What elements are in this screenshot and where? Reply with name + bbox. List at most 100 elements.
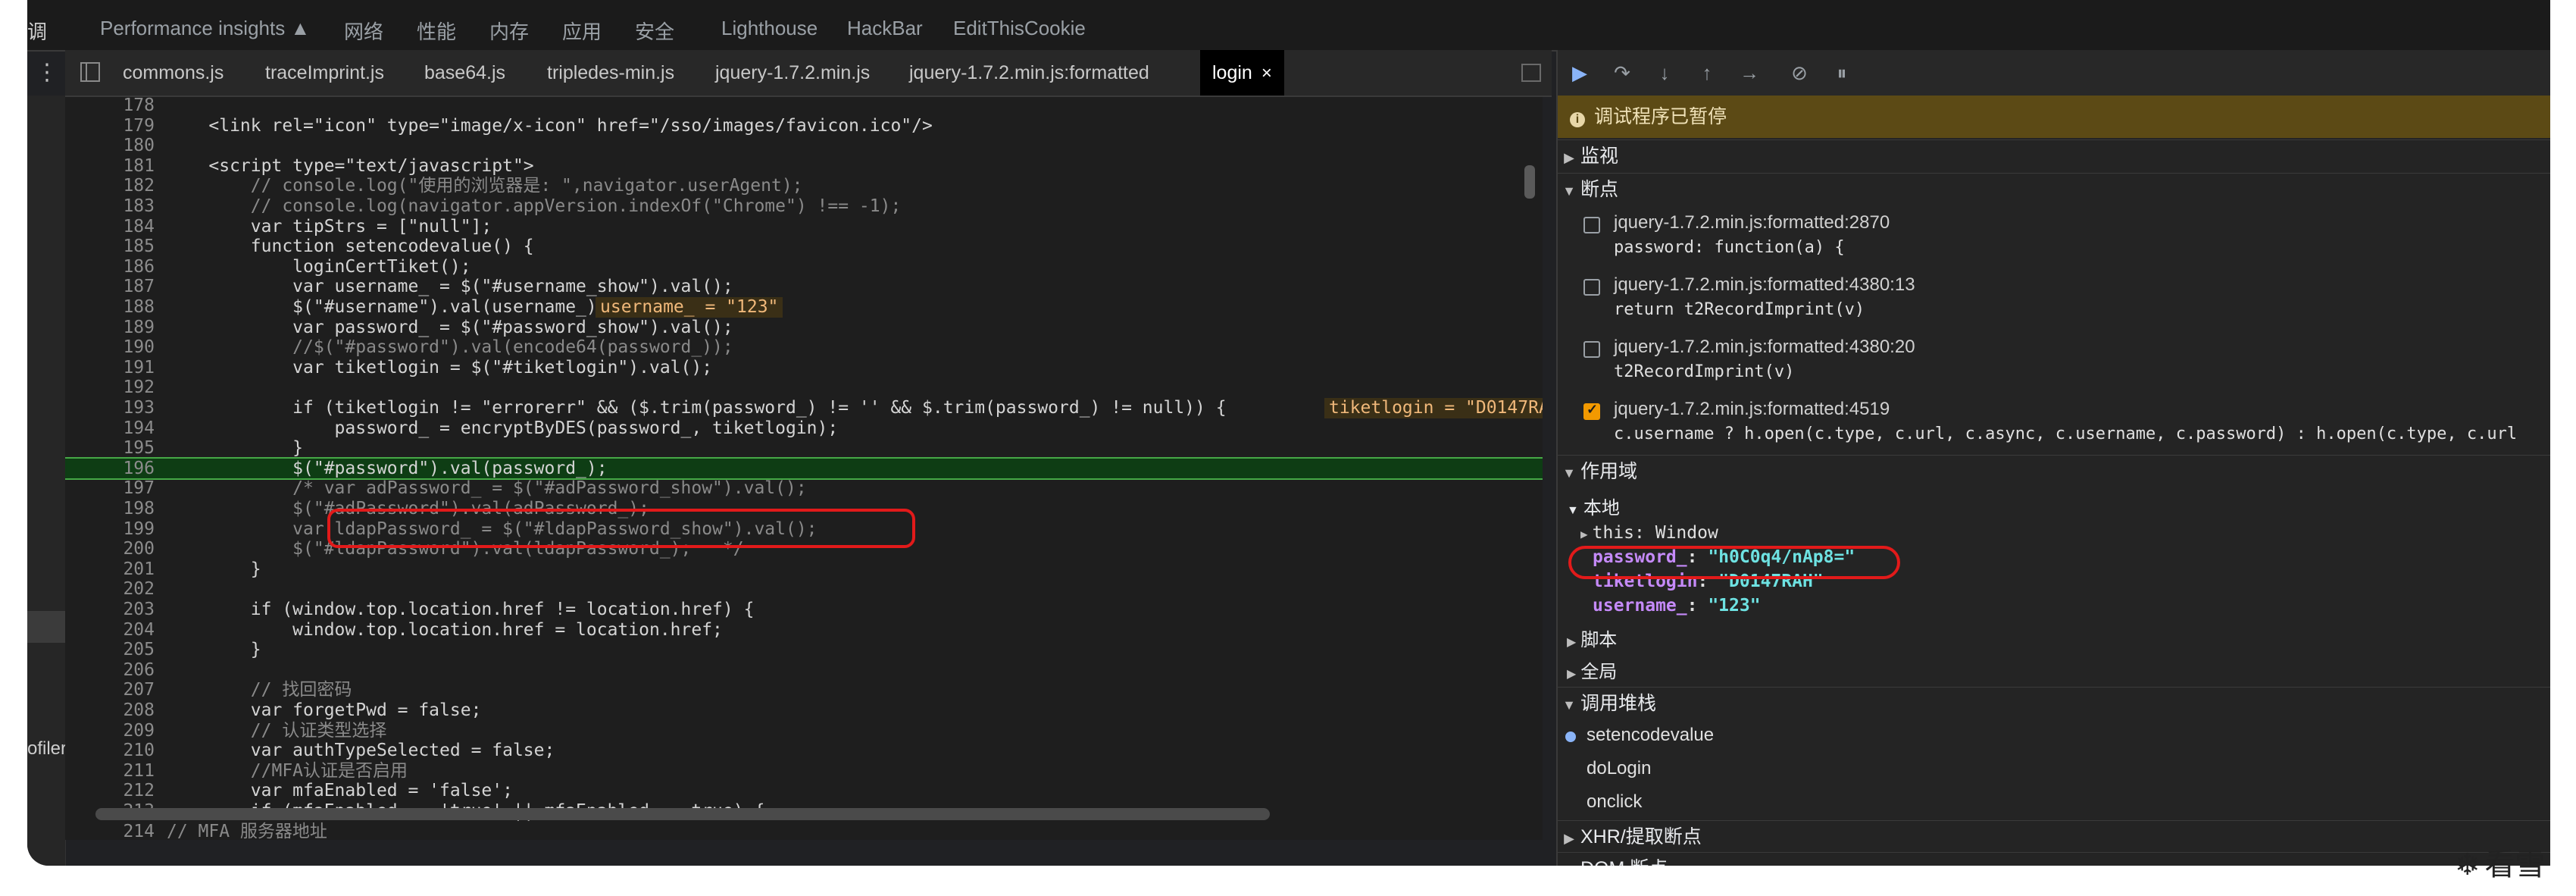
code-line[interactable]: 183 // console.log(navigator.appVersion.… bbox=[65, 196, 1543, 217]
code-line[interactable]: 192 bbox=[65, 378, 1543, 398]
breakpoint-checkbox[interactable] bbox=[1583, 341, 1600, 358]
code-line[interactable]: 191 var tiketlogin = $("#tiketlogin").va… bbox=[65, 358, 1543, 378]
section-breakpoints[interactable]: ▼ 断点 bbox=[1558, 173, 2550, 205]
line-number[interactable]: 180 bbox=[65, 136, 155, 156]
tab-commons-js[interactable]: commons.js bbox=[123, 50, 224, 96]
line-number[interactable]: 206 bbox=[65, 660, 155, 681]
line-number[interactable]: 188 bbox=[65, 297, 155, 318]
code-line[interactable]: 189 var password_ = $("#password_show").… bbox=[65, 318, 1543, 338]
tab-jquery-formatted[interactable]: jquery-1.7.2.min.js:formatted bbox=[909, 50, 1149, 96]
toggle-navigator-icon[interactable] bbox=[80, 62, 100, 82]
line-number[interactable]: 178 bbox=[65, 97, 155, 116]
line-number[interactable]: 210 bbox=[65, 741, 155, 761]
line-number[interactable]: 186 bbox=[65, 257, 155, 277]
step-out-icon[interactable]: ↑ bbox=[1693, 59, 1721, 86]
line-number[interactable]: 179 bbox=[65, 116, 155, 136]
line-number[interactable]: 191 bbox=[65, 358, 155, 378]
panel-tab-security[interactable]: 安全 bbox=[635, 17, 674, 45]
breakpoint-checkbox-checked[interactable] bbox=[1583, 402, 1600, 420]
tab-base64-js[interactable]: base64.js bbox=[424, 50, 505, 96]
code-line[interactable]: 182 // console.log("使用的浏览器是: ",navigator… bbox=[65, 176, 1543, 196]
panel-tab-network[interactable]: 网络 bbox=[344, 17, 383, 45]
code-line[interactable]: 195 } bbox=[65, 438, 1543, 459]
code-line[interactable]: 211 //MFA认证是否启用 bbox=[65, 761, 1543, 782]
call-frame[interactable]: doLogin bbox=[1587, 758, 1651, 779]
code-line[interactable]: 206 bbox=[65, 660, 1543, 681]
panel-tab-hackbar[interactable]: HackBar bbox=[847, 17, 923, 40]
tab-login[interactable]: login × bbox=[1200, 50, 1284, 96]
panel-tab-application[interactable]: 应用 bbox=[562, 17, 602, 45]
code-line[interactable]: 193 if (tiketlogin != "errorerr" && ($.t… bbox=[65, 398, 1543, 418]
code-line[interactable]: 207 // 找回密码 bbox=[65, 680, 1543, 700]
horizontal-scrollbar[interactable] bbox=[95, 808, 1270, 820]
line-number[interactable]: 211 bbox=[65, 761, 155, 782]
line-number[interactable]: 193 bbox=[65, 398, 155, 418]
code-line[interactable]: 197 /* var adPassword_ = $("#adPassword_… bbox=[65, 478, 1543, 499]
line-number[interactable]: 202 bbox=[65, 579, 155, 600]
panel-tab-memory[interactable]: 内存 bbox=[489, 17, 529, 45]
code-line[interactable]: 185 function setencodevalue() { bbox=[65, 237, 1543, 257]
code-line[interactable]: 210 var authTypeSelected = false; bbox=[65, 741, 1543, 761]
section-xhr-breakpoints[interactable]: ▶ XHR/提取断点 bbox=[1558, 820, 2550, 853]
code-line[interactable]: 186 loginCertTiket(); bbox=[65, 257, 1543, 277]
line-number[interactable]: 196 bbox=[65, 459, 155, 479]
code-line[interactable]: 202 bbox=[65, 579, 1543, 600]
line-number[interactable]: 201 bbox=[65, 559, 155, 580]
line-number[interactable]: 204 bbox=[65, 620, 155, 641]
resume-icon[interactable]: ▶ bbox=[1565, 59, 1594, 86]
line-number[interactable]: 200 bbox=[65, 539, 155, 559]
code-line[interactable]: 184 var tipStrs = ["null"]; bbox=[65, 217, 1543, 237]
scope-local[interactable]: ▼ 本地 bbox=[1567, 493, 1620, 519]
section-scope[interactable]: ▼ 作用域 bbox=[1558, 455, 2550, 487]
section-watch[interactable]: ▶ 监视 bbox=[1558, 139, 2550, 172]
code-editor[interactable]: 178 179 <link rel="icon" type="image/x-ic… bbox=[65, 97, 1543, 840]
code-line[interactable]: 201 } bbox=[65, 559, 1543, 580]
line-number[interactable]: 207 bbox=[65, 680, 155, 700]
code-line[interactable]: 203 if (window.top.location.href != loca… bbox=[65, 600, 1543, 620]
tab-traceimprint-js[interactable]: traceImprint.js bbox=[265, 50, 384, 96]
code-line[interactable]: 204 window.top.location.href = location.… bbox=[65, 620, 1543, 641]
line-number[interactable]: 212 bbox=[65, 781, 155, 801]
more-options-icon[interactable]: ⋮ bbox=[32, 56, 62, 89]
code-line[interactable]: 188 $("#username").val(username_); userna… bbox=[65, 297, 1543, 318]
scope-var-username[interactable]: username_: "123" bbox=[1593, 596, 1761, 616]
line-number[interactable]: 189 bbox=[65, 318, 155, 338]
line-number[interactable]: 197 bbox=[65, 478, 155, 499]
code-line-paused[interactable]: 196 $("#password").val(password_); bbox=[65, 456, 1543, 481]
line-number[interactable]: 183 bbox=[65, 196, 155, 217]
line-number[interactable]: 198 bbox=[65, 499, 155, 519]
panel-tab-console-cut[interactable]: 调 bbox=[27, 17, 47, 45]
deactivate-breakpoints-icon[interactable]: ⊘ bbox=[1785, 59, 1814, 86]
section-dom-breakpoints[interactable]: ▶DOM 断点 bbox=[1558, 852, 2550, 866]
line-number[interactable]: 182 bbox=[65, 176, 155, 196]
panel-tab-lighthouse[interactable]: Lighthouse bbox=[721, 17, 818, 40]
line-number[interactable]: 203 bbox=[65, 600, 155, 620]
line-number[interactable]: 214 bbox=[65, 822, 155, 840]
line-number[interactable]: 181 bbox=[65, 156, 155, 177]
code-line[interactable]: 187 var username_ = $("#username_show").… bbox=[65, 277, 1543, 297]
scope-global[interactable]: ▶ 全局 bbox=[1567, 656, 1617, 683]
tab-jquery-min-js[interactable]: jquery-1.7.2.min.js bbox=[715, 50, 870, 96]
call-frame[interactable]: setencodevalue bbox=[1565, 725, 1714, 746]
step-into-icon[interactable]: ↓ bbox=[1650, 59, 1679, 86]
code-line[interactable]: 180 bbox=[65, 136, 1543, 156]
line-number[interactable]: 195 bbox=[65, 438, 155, 459]
line-number[interactable]: 205 bbox=[65, 640, 155, 660]
code-line[interactable]: 181 <script type="text/javascript"> bbox=[65, 156, 1543, 177]
line-number[interactable]: 190 bbox=[65, 337, 155, 358]
tab-tripledes-min-js[interactable]: tripledes-min.js bbox=[547, 50, 674, 96]
profiler-label[interactable]: ofiler bbox=[27, 738, 67, 760]
code-line[interactable]: 178 bbox=[65, 97, 1543, 116]
line-number[interactable]: 209 bbox=[65, 721, 155, 741]
close-icon[interactable]: × bbox=[1261, 63, 1272, 83]
line-number[interactable]: 199 bbox=[65, 519, 155, 540]
code-line[interactable]: 179 <link rel="icon" type="image/x-icon"… bbox=[65, 116, 1543, 136]
scope-var-this[interactable]: ▶ this: Window bbox=[1580, 523, 1718, 543]
line-number[interactable]: 208 bbox=[65, 700, 155, 721]
pause-on-exceptions-icon[interactable]: ⏸ bbox=[1827, 59, 1856, 86]
line-number[interactable]: 194 bbox=[65, 418, 155, 439]
code-line[interactable]: 208 var forgetPwd = false; bbox=[65, 700, 1543, 721]
step-over-icon[interactable]: ↷ bbox=[1608, 59, 1637, 86]
toggle-debugger-icon[interactable] bbox=[1521, 64, 1541, 82]
code-line[interactable]: 190 //$("#password").val(encode64(passwo… bbox=[65, 337, 1543, 358]
